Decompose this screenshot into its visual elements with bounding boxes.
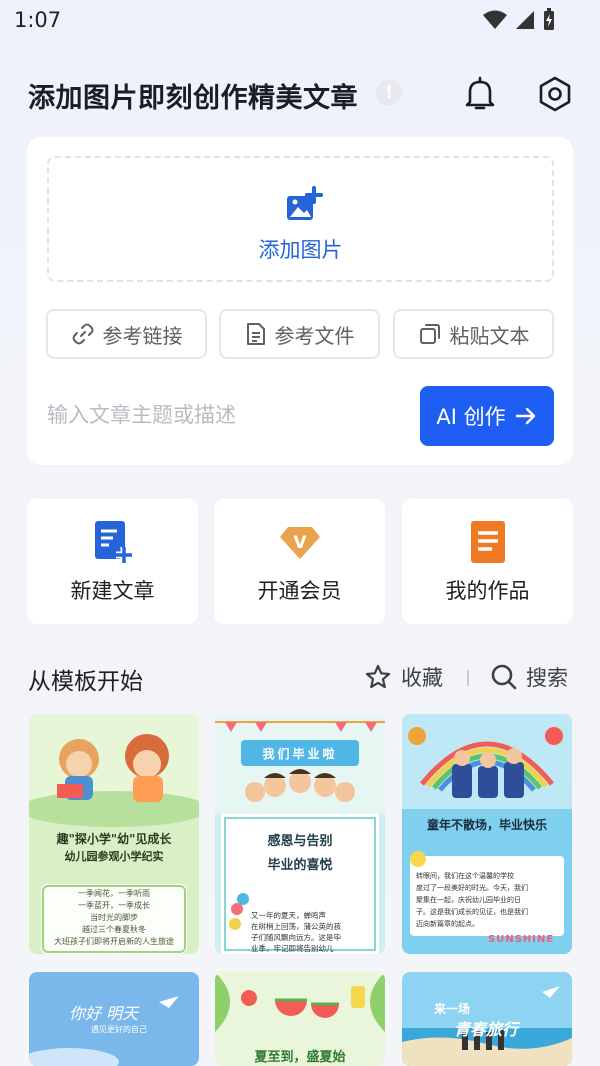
template-subtitle: 遇见更好的自己 <box>91 1025 147 1034</box>
status-bar: 1:07 <box>0 0 600 40</box>
template-body-line: 聚集在一起，庆祝幼儿园毕业的日 <box>416 896 521 904</box>
ai-create-button[interactable]: AI 创作 <box>420 386 554 446</box>
topic-input[interactable] <box>47 395 417 435</box>
header: 添加图片即刻创作精美文章 ! <box>28 70 573 118</box>
status-icons <box>482 8 556 32</box>
my-works-label: 我的作品 <box>445 579 530 603</box>
template-subtitle: 幼儿园参观小学纪实 <box>64 850 164 863</box>
templates-section-title: 从模板开始 <box>28 669 143 695</box>
template-body-line: 在树梢上回荡，蒲公英的孩 <box>251 922 341 931</box>
template-body-line: 子们随风飘向远方。这是毕 <box>251 933 341 942</box>
reference-link-label: 参考链接 <box>102 323 183 348</box>
paste-text-button[interactable]: 粘贴文本 <box>393 309 554 359</box>
paste-text-label: 粘贴文本 <box>449 323 530 348</box>
my-works-icon <box>471 521 505 563</box>
template-body-line: 又一年的夏天，蝉鸣声 <box>251 911 326 920</box>
template-title: 来一场 <box>434 1002 471 1016</box>
my-works-button[interactable]: 我的作品 <box>402 499 573 624</box>
star-icon <box>365 664 391 689</box>
template-subtitle: 青春旅行 <box>454 1020 519 1039</box>
template-card[interactable]: 来一场 青春旅行 <box>402 972 572 1066</box>
add-image-icon <box>287 186 323 220</box>
search-icon <box>491 664 517 690</box>
battery-icon <box>544 8 554 30</box>
vip-diamond-icon: V <box>280 527 320 559</box>
page-title: 添加图片即刻创作精美文章 <box>28 83 358 114</box>
search-label: 搜索 <box>526 666 568 690</box>
template-card[interactable]: 夏至到，盛夏始 <box>215 972 385 1066</box>
template-thumbnail <box>402 714 572 954</box>
template-subtitle: 毕业的喜悦 <box>267 858 333 873</box>
new-article-button[interactable]: 新建文章 <box>27 499 198 624</box>
template-body-line: 迈向新篇章的起点。 <box>416 920 479 928</box>
template-body-line: 越过三个春夏秋冬 <box>82 925 146 934</box>
template-title: 趣"探小学"幼"见成长 <box>56 832 172 846</box>
wifi-icon <box>483 10 507 29</box>
template-body-line: 当时光的脚步 <box>90 913 138 922</box>
status-time: 1:07 <box>14 8 62 32</box>
file-icon <box>246 323 265 345</box>
favorites-button[interactable]: 收藏 <box>365 662 443 692</box>
template-body-line: 业季，牢记即将告别幼儿 <box>251 944 334 953</box>
reference-file-button[interactable]: 参考文件 <box>219 309 380 359</box>
link-icon <box>72 323 93 345</box>
reference-link-button[interactable]: 参考链接 <box>46 309 207 359</box>
search-button[interactable]: 搜索 <box>490 662 568 692</box>
template-title: 童年不散场，毕业快乐 <box>426 818 547 832</box>
copy-icon <box>419 324 440 344</box>
new-article-label: 新建文章 <box>70 579 155 603</box>
template-body-line: 大班孩子们即将开启新的人生旅途 <box>54 937 174 946</box>
ai-create-label: AI 创作 <box>436 405 506 429</box>
template-title: 你好 明天 <box>69 1004 139 1023</box>
template-banner: 我们毕业啦 <box>262 747 338 761</box>
signal-icon <box>516 11 534 29</box>
template-body-line: 度过了一段美好的时光。今天，我们 <box>416 884 528 892</box>
vip-mark: V <box>293 533 307 553</box>
template-card[interactable]: 我们毕业啦 感恩与告别 毕业的喜悦 又一年的夏天，蝉鸣声 在树梢上回荡，蒲公英的… <box>215 714 385 954</box>
template-body-line: 一季闻花，一季听雨 <box>78 889 150 898</box>
membership-button[interactable]: V 开通会员 <box>214 499 385 624</box>
template-body-line: 转眼间，我们在这个温馨的学校 <box>416 872 514 880</box>
template-card[interactable]: 你好 明天 遇见更好的自己 <box>29 972 199 1066</box>
template-card[interactable]: 童年不散场，毕业快乐 转眼间，我们在这个温馨的学校 度过了一段美好的时光。今天，… <box>402 714 572 954</box>
settings-icon[interactable] <box>535 74 575 114</box>
arrow-right-icon <box>515 407 535 425</box>
template-title: 夏至到，盛夏始 <box>254 1050 346 1065</box>
membership-label: 开通会员 <box>257 579 342 603</box>
template-body-line: 子。这是我们成长的见证，也是我们 <box>416 908 528 916</box>
new-article-icon <box>95 521 132 563</box>
add-image-label: 添加图片 <box>258 238 343 262</box>
info-icon[interactable]: ! <box>376 80 402 106</box>
template-body-line: 一季蓝开，一季成长 <box>78 901 150 910</box>
template-title: 感恩与告别 <box>267 834 333 849</box>
template-card[interactable]: 趣"探小学"幼"见成长 幼儿园参观小学纪实 一季闻花，一季听雨 一季蓝开，一季成… <box>29 714 199 954</box>
notification-bell-icon[interactable] <box>460 74 500 114</box>
toolbar-divider <box>467 670 469 686</box>
add-image-dropzone[interactable]: 添加图片 <box>47 156 554 282</box>
reference-file-label: 参考文件 <box>274 323 355 348</box>
template-tag: SUNSHINE <box>488 934 555 945</box>
favorites-label: 收藏 <box>401 666 443 690</box>
compose-card: 添加图片 参考链接 参考文件 粘贴文本 AI 创作 <box>27 137 573 465</box>
